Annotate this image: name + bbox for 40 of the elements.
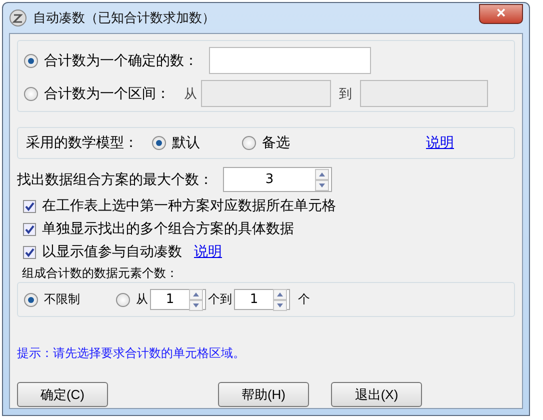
window-title: 自动凑数（已知合计数求加数） [33,10,215,27]
from-label: 从 [184,86,197,102]
checkbox-label: 单独显示找出的多个组合方案的具体数据 [42,220,294,238]
radio-button[interactable] [24,292,38,306]
help-link[interactable]: 说明 [194,243,222,261]
radio-button[interactable] [24,54,38,68]
radio-label: 从 [136,291,148,308]
unit-label: 个 [298,291,310,308]
dialog-button[interactable]: 帮助(H) [218,382,309,407]
radio-button[interactable] [116,292,130,306]
spinner-arrows-icon[interactable] [273,288,287,310]
to-label: 到 [339,86,352,102]
range-label: 个到 [208,291,232,308]
help-link[interactable]: 说明 [426,134,454,152]
checkbox[interactable] [23,200,36,212]
checkbox-label: 以显示值参与自动凑数 [42,243,182,261]
number-spinner[interactable]: 3 [223,167,332,192]
app-logo-icon [9,9,27,27]
hint-text: 提示：请先选择要求合计数的单元格区域。 [17,345,246,362]
number-spinner[interactable]: 1 [150,289,206,310]
checkbox[interactable] [23,246,36,258]
dialog-button[interactable]: 退出(X) [331,382,422,407]
radio-button[interactable] [24,86,38,100]
dialog-button[interactable]: 确定(C) [17,382,108,407]
max-count-label: 找出数据组合方案的最大个数： [17,170,213,188]
checkbox-label: 在工作表上选中第一种方案对应数据所在单元格 [42,197,336,215]
group-legend: 组成合计数的数据元素个数： [22,265,178,282]
input-field[interactable] [209,47,371,74]
spinner-arrows-icon[interactable] [189,288,203,310]
radio-label: 合计数为一个区间： [44,84,170,102]
checkbox[interactable] [23,222,36,236]
number-spinner[interactable]: 1 [234,289,290,310]
radio-label: 默认 [172,134,200,152]
spinner-arrows-icon[interactable] [315,168,329,190]
radio-button[interactable] [152,136,166,150]
radio-label: 备选 [262,134,290,152]
radio-label: 不限制 [44,291,80,308]
radio-label: 合计数为一个确定的数： [44,52,198,70]
model-label: 采用的数学模型： [26,134,138,152]
radio-button[interactable] [242,136,256,150]
